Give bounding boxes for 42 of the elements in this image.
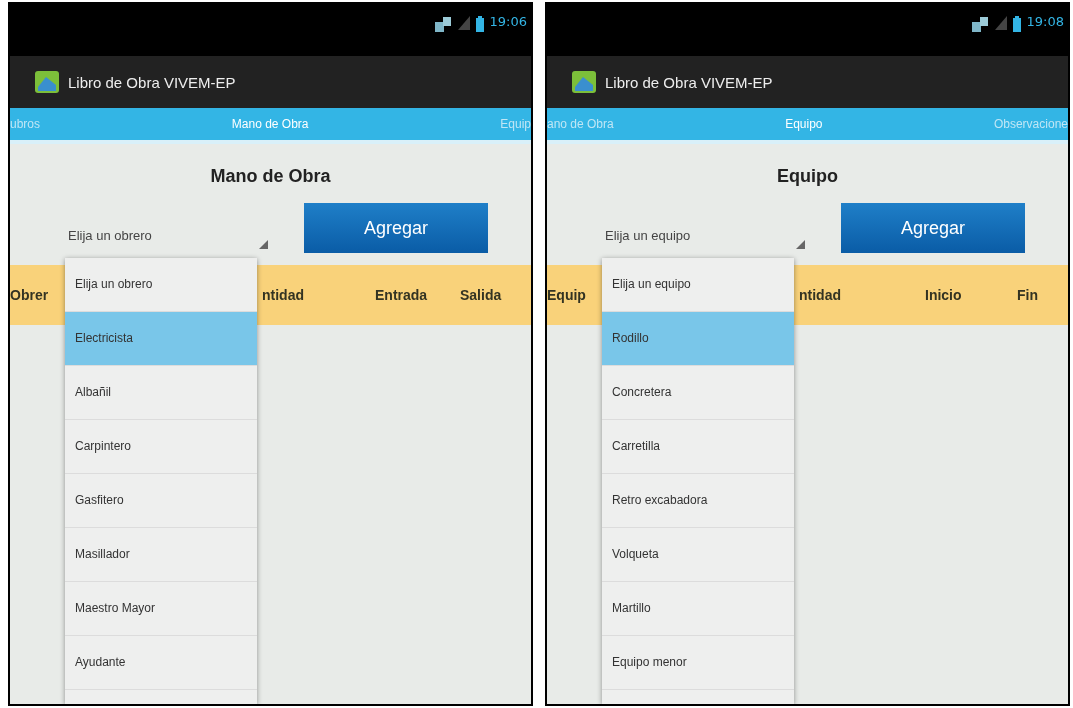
dropdown-option[interactable]: Concretera xyxy=(602,366,794,420)
dropdown-option[interactable]: Martillo xyxy=(602,582,794,636)
signal-icon xyxy=(457,16,470,30)
column-header: Salida xyxy=(460,287,502,303)
data-transfer-icon xyxy=(970,16,989,32)
dropdown-option[interactable]: Rodillo xyxy=(602,312,794,366)
status-time: 19:06 xyxy=(489,14,527,29)
column-header: Fin xyxy=(1017,287,1038,303)
app-icon xyxy=(571,69,597,95)
signal-icon xyxy=(994,16,1007,30)
dropdown-option[interactable]: Volqueta xyxy=(602,528,794,582)
column-header: Entrada xyxy=(375,287,428,303)
column-header: ntidad xyxy=(262,287,304,303)
column-header: Obrer xyxy=(10,287,49,303)
column-header: Equip xyxy=(547,287,586,303)
dropdown-option[interactable]: Carpintero xyxy=(65,420,257,474)
status-time: 19:08 xyxy=(1026,14,1064,29)
dropdown-corner-icon xyxy=(796,240,805,249)
dropdown-option[interactable]: Masillador xyxy=(65,528,257,582)
dropdown-option[interactable]: Albañil xyxy=(65,366,257,420)
dropdown-option[interactable]: Carretilla xyxy=(602,420,794,474)
column-header: ntidad xyxy=(799,287,841,303)
battery-icon xyxy=(475,16,484,32)
dropdown-select[interactable]: Elija un obrero xyxy=(68,213,268,257)
dropdown-option[interactable]: Electricista xyxy=(65,312,257,366)
dropdown-option[interactable]: Maestro Mayor xyxy=(65,582,257,636)
dropdown-option[interactable]: Equipo menor xyxy=(602,636,794,690)
column-header: Inicio xyxy=(925,287,962,303)
app-title: Libro de Obra VIVEM-EP xyxy=(68,73,236,91)
dropdown-corner-icon xyxy=(259,240,268,249)
add-button[interactable]: Agregar xyxy=(841,203,1025,253)
dropdown-option[interactable]: Gasfitero xyxy=(65,474,257,528)
section-heading: Equipo xyxy=(776,166,839,187)
app-title: Libro de Obra VIVEM-EP xyxy=(605,73,773,91)
dropdown-option[interactable]: Retro excabadora xyxy=(602,474,794,528)
dropdown-option[interactable]: Ayudante xyxy=(65,636,257,690)
section-heading: Mano de Obra xyxy=(209,166,332,187)
app-icon xyxy=(34,69,60,95)
data-transfer-icon xyxy=(433,16,452,32)
battery-icon xyxy=(1012,16,1021,32)
add-button[interactable]: Agregar xyxy=(304,203,488,253)
dropdown-select[interactable]: Elija un equipo xyxy=(605,213,805,257)
